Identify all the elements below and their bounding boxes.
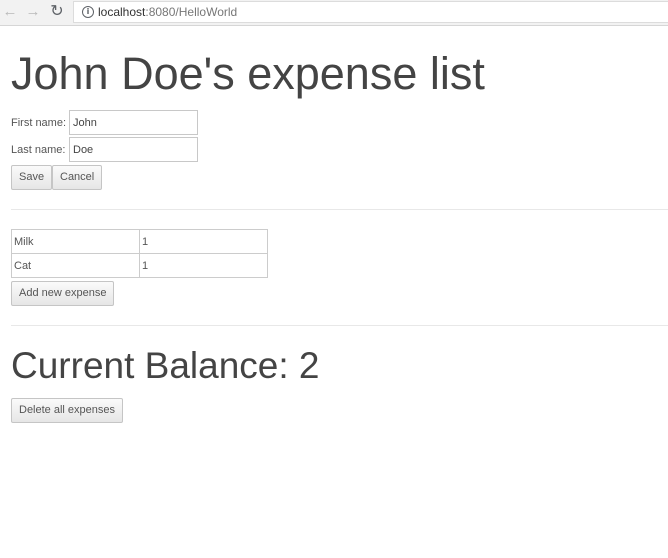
address-bar[interactable]: i localhost:8080/HelloWorld: [73, 1, 668, 23]
expense-table: Milk 1 Cat 1: [11, 229, 268, 278]
forward-arrow-icon[interactable]: →: [25, 4, 41, 20]
url-text[interactable]: localhost:8080/HelloWorld: [98, 5, 237, 19]
last-name-field[interactable]: [69, 137, 198, 162]
url-host: localhost: [98, 5, 146, 19]
balance-heading: Current Balance: 2: [11, 345, 320, 386]
browser-toolbar: ← → ↻ i localhost:8080/HelloWorld: [0, 0, 668, 26]
expense-name-cell[interactable]: Cat: [11, 253, 140, 278]
url-path: :8080/HelloWorld: [145, 5, 238, 19]
info-icon[interactable]: i: [82, 6, 94, 18]
first-name-label: First name:: [11, 117, 67, 129]
page-title: John Doe's expense list: [11, 48, 485, 99]
expense-name-cell[interactable]: Milk: [11, 229, 140, 254]
first-name-field[interactable]: [69, 110, 198, 135]
expense-amount-cell[interactable]: 1: [139, 229, 268, 254]
add-expense-button[interactable]: Add new expense: [11, 281, 115, 306]
delete-all-expenses-button[interactable]: Delete all expenses: [11, 398, 124, 423]
back-arrow-icon[interactable]: ←: [2, 4, 18, 20]
divider: [11, 209, 668, 210]
cancel-button[interactable]: Cancel: [52, 165, 103, 190]
divider: [11, 325, 668, 326]
table-row: Cat 1: [11, 253, 268, 278]
reload-icon[interactable]: ↻: [49, 4, 65, 20]
expense-amount-cell[interactable]: 1: [139, 253, 268, 278]
save-button[interactable]: Save: [11, 165, 53, 190]
last-name-label: Last name:: [11, 144, 66, 156]
table-row: Milk 1: [11, 229, 268, 254]
